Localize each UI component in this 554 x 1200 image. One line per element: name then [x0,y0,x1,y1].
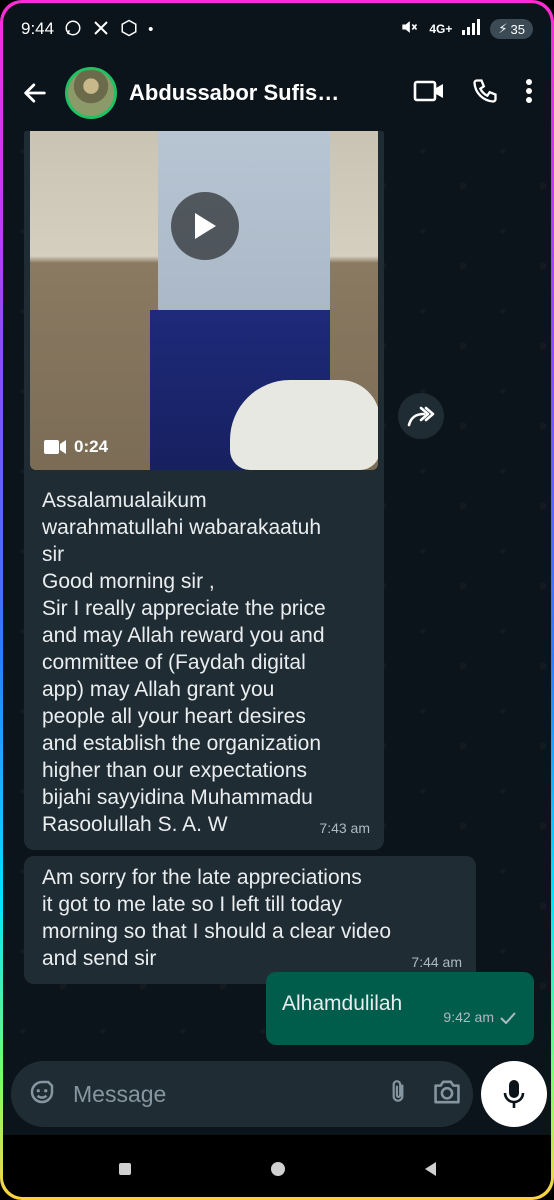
battery-level: 35 [510,21,525,37]
more-options-button[interactable] [525,78,533,109]
video-duration-text: 0:24 [74,437,109,456]
forward-button[interactable] [398,393,444,439]
camera-icon [434,1080,460,1103]
charging-icon: ⚡ [498,21,508,36]
voice-call-button[interactable] [471,77,499,110]
home-button[interactable] [270,1162,285,1176]
system-navigation-bar [3,1135,551,1197]
phone-frame: 9:44 • 4G+ ⚡ 35 Abdussabor Sufis… 0:24 A… [0,0,554,1200]
video-duration: 0:24 [44,433,108,460]
message-composer [11,1061,473,1127]
paperclip-icon [392,1079,404,1102]
mute-icon [399,17,419,42]
sticker-button[interactable] [27,1077,57,1112]
x-notification-icon [92,19,110,40]
back-button[interactable] [17,75,53,111]
video-message-bubble[interactable]: 0:24 Assalamualaikum warahmatullahi waba… [24,131,384,850]
system-back-button[interactable] [424,1162,436,1176]
camera-button[interactable] [431,1078,463,1111]
network-type: 4G+ [429,22,453,36]
screen: 9:44 • 4G+ ⚡ 35 Abdussabor Sufis… 0:24 A… [3,3,551,1197]
video-camera-small-icon [44,439,66,454]
voice-record-button[interactable] [481,1061,547,1127]
video-camera-icon [413,80,443,101]
message-time: 9:42 am [443,1004,516,1031]
play-button[interactable] [171,192,239,260]
message-input[interactable] [71,1079,371,1109]
message-text: Am sorry for the late appreciations it g… [42,866,392,970]
message-time-text: 9:42 am [443,1009,494,1025]
kebab-menu-icon [526,78,532,103]
signal-icon [462,18,481,40]
video-thumbnail[interactable]: 0:24 [30,131,378,470]
sent-check-icon [500,1011,516,1024]
avatar[interactable] [65,67,117,119]
back-arrow-icon [24,83,46,103]
forward-icon [407,406,435,427]
recents-button[interactable] [118,1163,131,1175]
status-time: 9:44 [21,19,55,38]
outgoing-message-bubble[interactable]: Alhamdulilah 9:42 am [266,972,534,1045]
video-scene-sheep [230,380,378,470]
more-notifications-dot-icon: • [148,20,154,38]
attach-button[interactable] [385,1077,411,1112]
status-bar: 9:44 • 4G+ ⚡ 35 [3,3,551,55]
phone-icon [473,78,497,103]
chat-header: Abdussabor Sufis… [3,55,551,131]
contact-name[interactable]: Abdussabor Sufis… [129,80,401,106]
chat-area[interactable]: 0:24 Assalamualaikum warahmatullahi waba… [3,131,551,1056]
microphone-icon [503,1080,525,1108]
sticker-icon [30,1080,54,1103]
app-notification-icon [120,19,138,40]
message-text: Alhamdulilah [282,992,403,1015]
video-call-button[interactable] [413,77,445,110]
text-message-bubble[interactable]: Am sorry for the late appreciations it g… [24,856,476,984]
play-icon [195,213,216,239]
whatsapp-notification-icon [64,19,82,40]
battery-indicator: ⚡ 35 [490,19,533,39]
message-time: 7:43 am [319,820,370,836]
message-text: Assalamualaikum warahmatullahi wabarakaa… [42,489,326,836]
